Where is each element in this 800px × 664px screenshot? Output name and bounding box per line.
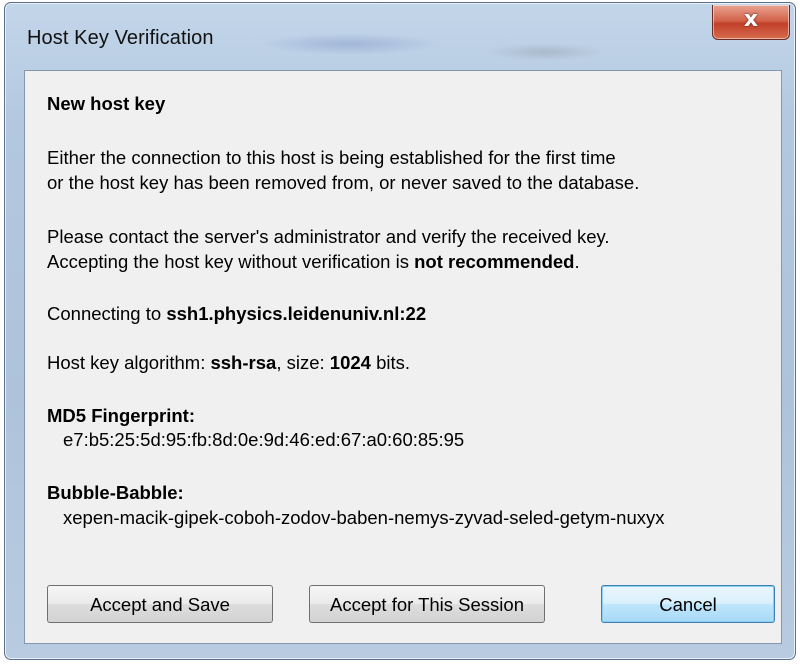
port-number: 22: [405, 303, 427, 324]
close-icon: x: [743, 7, 759, 32]
connecting-label: Connecting to: [47, 303, 167, 324]
bubble-babble-label: Bubble-Babble:: [47, 482, 184, 504]
bubble-babble-label-text: Bubble-Babble: [47, 482, 178, 503]
title-bar[interactable]: Host Key Verification x: [5, 3, 793, 69]
host-key-dialog: Host Key Verification x New host key Eit…: [0, 0, 800, 664]
dialog-heading: New host key: [47, 93, 166, 114]
title-bar-glare-secondary: [485, 43, 605, 61]
close-button[interactable]: x: [712, 5, 790, 40]
not-recommended-text: not recommended: [414, 251, 575, 272]
window-title: Host Key Verification: [27, 27, 214, 49]
accept-and-save-button[interactable]: Accept and Save: [47, 585, 273, 623]
algorithm-label: Host key algorithm:: [47, 352, 211, 373]
algorithm-value: ssh-rsa: [210, 352, 277, 373]
key-size-value: 1024: [329, 352, 371, 373]
info-text-line-2: or the host key has been removed from, o…: [47, 172, 640, 193]
cancel-button[interactable]: Cancel: [601, 585, 775, 623]
accept-for-session-button[interactable]: Accept for This Session: [309, 585, 545, 623]
bubble-babble-value: xepen-macik-gipek-coboh-zodov-baben-nemy…: [63, 507, 665, 528]
size-unit: bits.: [370, 352, 411, 373]
warning-text-line-2: Accepting the host key without verificat…: [47, 251, 580, 273]
warning-text-line-1: Please contact the server's administrato…: [47, 226, 610, 247]
md5-label-colon: :: [188, 405, 196, 426]
connecting-line: Connecting to ssh1.physics.leidenuniv.nl…: [47, 303, 426, 325]
title-bar-glare: [260, 33, 440, 55]
size-label: , size:: [276, 352, 330, 373]
algorithm-line: Host key algorithm: ssh-rsa, size: 1024 …: [47, 352, 410, 374]
md5-fingerprint-label: MD5 Fingerprint:: [47, 405, 195, 427]
host-name: ssh1.physics.leidenuniv.nl: [166, 303, 400, 324]
info-text-line-1: Either the connection to this host is be…: [47, 147, 616, 168]
bubble-babble-label-colon: :: [177, 482, 184, 503]
warning-text-prefix: Accepting the host key without verificat…: [47, 251, 415, 272]
warning-text-suffix: .: [574, 251, 580, 272]
md5-fingerprint-value: e7:b5:25:5d:95:fb:8d:0e:9d:46:ed:67:a0:6…: [63, 429, 465, 450]
md5-label-text: MD5 Fingerprint: [47, 405, 189, 426]
dialog-body: New host key Either the connection to th…: [24, 70, 782, 644]
